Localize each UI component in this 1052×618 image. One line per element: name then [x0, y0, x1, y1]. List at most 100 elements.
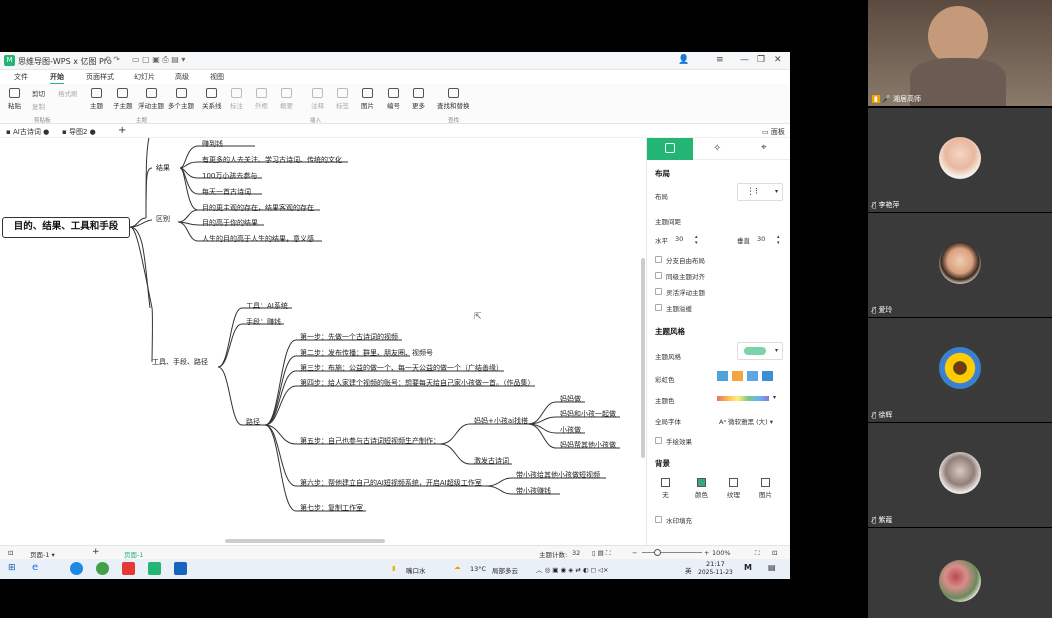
- wps-icon[interactable]: [122, 562, 135, 575]
- topic-node[interactable]: 第一步：先做一个古诗词的视频: [300, 333, 398, 342]
- add-tab-icon[interactable]: +: [118, 125, 126, 136]
- panel-tab-style[interactable]: [647, 138, 693, 160]
- layout-select[interactable]: ⋮⁝ ▾: [737, 183, 783, 201]
- horizontal-input[interactable]: 30: [675, 235, 683, 243]
- subtopic-button[interactable]: 子主题: [113, 88, 133, 110]
- topic-node[interactable]: 路径: [246, 418, 260, 427]
- option-checkbox[interactable]: [655, 256, 662, 263]
- topic-node[interactable]: 妈妈+小孩ai找搭: [474, 417, 528, 426]
- summary-button[interactable]: 概要: [280, 88, 293, 110]
- page-select[interactable]: 页面-1 ▾: [30, 549, 55, 559]
- tab-map2[interactable]: ▪ 导图2 ●: [62, 127, 96, 137]
- menu-page-style[interactable]: 页面样式: [86, 72, 114, 82]
- view-mode-icons[interactable]: ▯ ▤ ⛶: [592, 549, 610, 558]
- topic-node[interactable]: 手段：赚钱: [246, 318, 281, 327]
- fullscreen-icon[interactable]: ⛶: [755, 549, 760, 558]
- ie-icon[interactable]: e: [32, 562, 38, 573]
- branch-tools[interactable]: 工具、手段、路径: [152, 358, 208, 367]
- floating-topic-button[interactable]: 浮动主题: [138, 88, 164, 110]
- hand-drawn-checkbox[interactable]: [655, 437, 662, 444]
- tab-ai-poetry[interactable]: ▪ AI古诗词 ●: [6, 127, 49, 137]
- menu-slides[interactable]: 幻灯片: [134, 72, 155, 82]
- video-tile[interactable]: 🎙̸ 爱玲: [868, 213, 1052, 317]
- menu-file[interactable]: 文件: [14, 72, 28, 82]
- topic-node[interactable]: 小孩做: [560, 426, 581, 435]
- menu-icon[interactable]: ≡: [716, 55, 724, 65]
- color-scheme-swatches[interactable]: [717, 371, 773, 383]
- video-tile[interactable]: 🎙̸ 徐辉: [868, 318, 1052, 422]
- topic-node[interactable]: 妈妈和小孩一起做: [560, 410, 616, 419]
- mindmap-canvas[interactable]: 目的、结果、工具和手段 区别 结果 工具、手段、路径 赚到钱 有更多的人去关注、…: [0, 138, 645, 545]
- picture-button[interactable]: 图片: [361, 88, 374, 110]
- option-checkbox[interactable]: [655, 304, 662, 311]
- option-checkbox[interactable]: [655, 288, 662, 295]
- relation-button[interactable]: 关系线: [202, 88, 222, 110]
- bg-picture-button[interactable]: 图片: [759, 478, 772, 499]
- find-replace-button[interactable]: 查找和替换: [437, 88, 470, 110]
- topic-node[interactable]: 第六步：帮他建立自己的AI短视频系统，开启AI超级工作室: [300, 479, 482, 488]
- add-page-icon[interactable]: +: [92, 547, 100, 557]
- mark-button[interactable]: 标签: [336, 88, 349, 110]
- folder-icon[interactable]: ▮: [392, 564, 396, 572]
- edge-icon[interactable]: [70, 562, 83, 575]
- format-painter-button[interactable]: 格式刷: [58, 88, 78, 98]
- zoom-level[interactable]: 100%: [712, 549, 731, 557]
- zoom-slider-thumb[interactable]: [654, 549, 661, 556]
- topic-node[interactable]: 100万小孩去参与: [202, 172, 257, 181]
- topic-node[interactable]: 工具：AI系统: [246, 302, 288, 311]
- topic-node[interactable]: 带小孩赚钱: [516, 487, 551, 496]
- vertical-scrollbar[interactable]: [641, 258, 645, 458]
- topic-node[interactable]: 带小孩给其他小孩做短视频: [516, 471, 600, 480]
- panel-tab-sparkle-icon[interactable]: ✧: [713, 143, 721, 154]
- note-button[interactable]: 注释: [311, 88, 324, 110]
- vertical-stepper-icon[interactable]: ▴ ▾: [777, 234, 780, 246]
- topic-node[interactable]: 第四步：给人家建个视频的账号：想要每天给自己家小孩做一首。（作品集）: [300, 379, 535, 388]
- m-app-icon[interactable]: M: [744, 563, 752, 572]
- topic-node[interactable]: 目的更主观的存在，结果客观的存在: [202, 204, 314, 213]
- option-checkbox[interactable]: [655, 272, 662, 279]
- branch-result[interactable]: 结果: [156, 164, 170, 173]
- branch-difference[interactable]: 区别: [156, 215, 170, 224]
- cut-button[interactable]: 剪切: [32, 88, 45, 98]
- horizontal-stepper-icon[interactable]: ▴ ▾: [695, 234, 698, 246]
- taskbar-app-label[interactable]: 嘴口水: [406, 565, 426, 575]
- root-topic[interactable]: 目的、结果、工具和手段: [2, 217, 130, 238]
- topic-node[interactable]: 目的高于你的结果: [202, 219, 258, 228]
- video-tile-host[interactable]: ▮ 🎤 湘居高师: [868, 0, 1052, 106]
- vertical-input[interactable]: 30: [757, 235, 765, 243]
- topic-node[interactable]: 激发古诗词: [474, 457, 509, 466]
- paste-button[interactable]: 粘贴: [8, 88, 21, 110]
- topic-node[interactable]: 第二步：发布传播：群里、朋友圈、视频号: [300, 349, 433, 358]
- boundary-button[interactable]: 外框: [255, 88, 268, 110]
- topic-node[interactable]: 第三步：布施：公益的做一个、每一天公益的做一个（广结善缘）: [300, 364, 503, 373]
- zoom-out-icon[interactable]: −: [632, 549, 637, 557]
- video-tile[interactable]: [868, 528, 1052, 618]
- video-tile[interactable]: 🎙̸ 李艳萍: [868, 108, 1052, 212]
- watermark-checkbox[interactable]: [655, 516, 662, 523]
- number-button[interactable]: 编号: [387, 88, 400, 110]
- windows-start-icon[interactable]: ⊞: [8, 563, 16, 573]
- tray-icons[interactable]: ︿ ◎ ▣ ◉ ◈ ⇄ ◐ ◻ ◁×: [536, 564, 608, 574]
- fit-icon[interactable]: ⊡: [772, 549, 777, 557]
- panel-toggle-button[interactable]: ▭ 面板: [762, 127, 785, 137]
- mindmap-app-icon[interactable]: [148, 562, 161, 575]
- multi-topic-button[interactable]: 多个主题: [168, 88, 194, 110]
- meeting-app-icon[interactable]: [174, 562, 187, 575]
- topic-node[interactable]: 每天一首古诗词: [202, 188, 251, 197]
- input-language[interactable]: 英: [685, 565, 692, 575]
- panel-tab-location-icon[interactable]: ⌖: [761, 142, 767, 153]
- zoom-slider[interactable]: [642, 552, 702, 553]
- zoom-in-icon[interactable]: +: [704, 549, 709, 557]
- video-tile[interactable]: 🎙̸ 紫蔻: [868, 423, 1052, 527]
- notification-icon[interactable]: ▤: [768, 563, 776, 572]
- topic-node[interactable]: 第五步：自己也参与古诗词短视频生产制作：: [300, 437, 440, 446]
- page-tab[interactable]: 页面-1: [124, 549, 143, 559]
- close-icon[interactable]: ✕: [774, 55, 782, 65]
- minimize-icon[interactable]: —: [740, 55, 749, 65]
- topic-button[interactable]: 主题: [90, 88, 103, 110]
- maximize-icon[interactable]: ❐: [757, 55, 765, 65]
- menu-advanced[interactable]: 高级: [175, 72, 189, 82]
- theme-color-bar[interactable]: [717, 396, 769, 401]
- user-icon[interactable]: 👤: [678, 55, 689, 65]
- browser-icon[interactable]: [96, 562, 109, 575]
